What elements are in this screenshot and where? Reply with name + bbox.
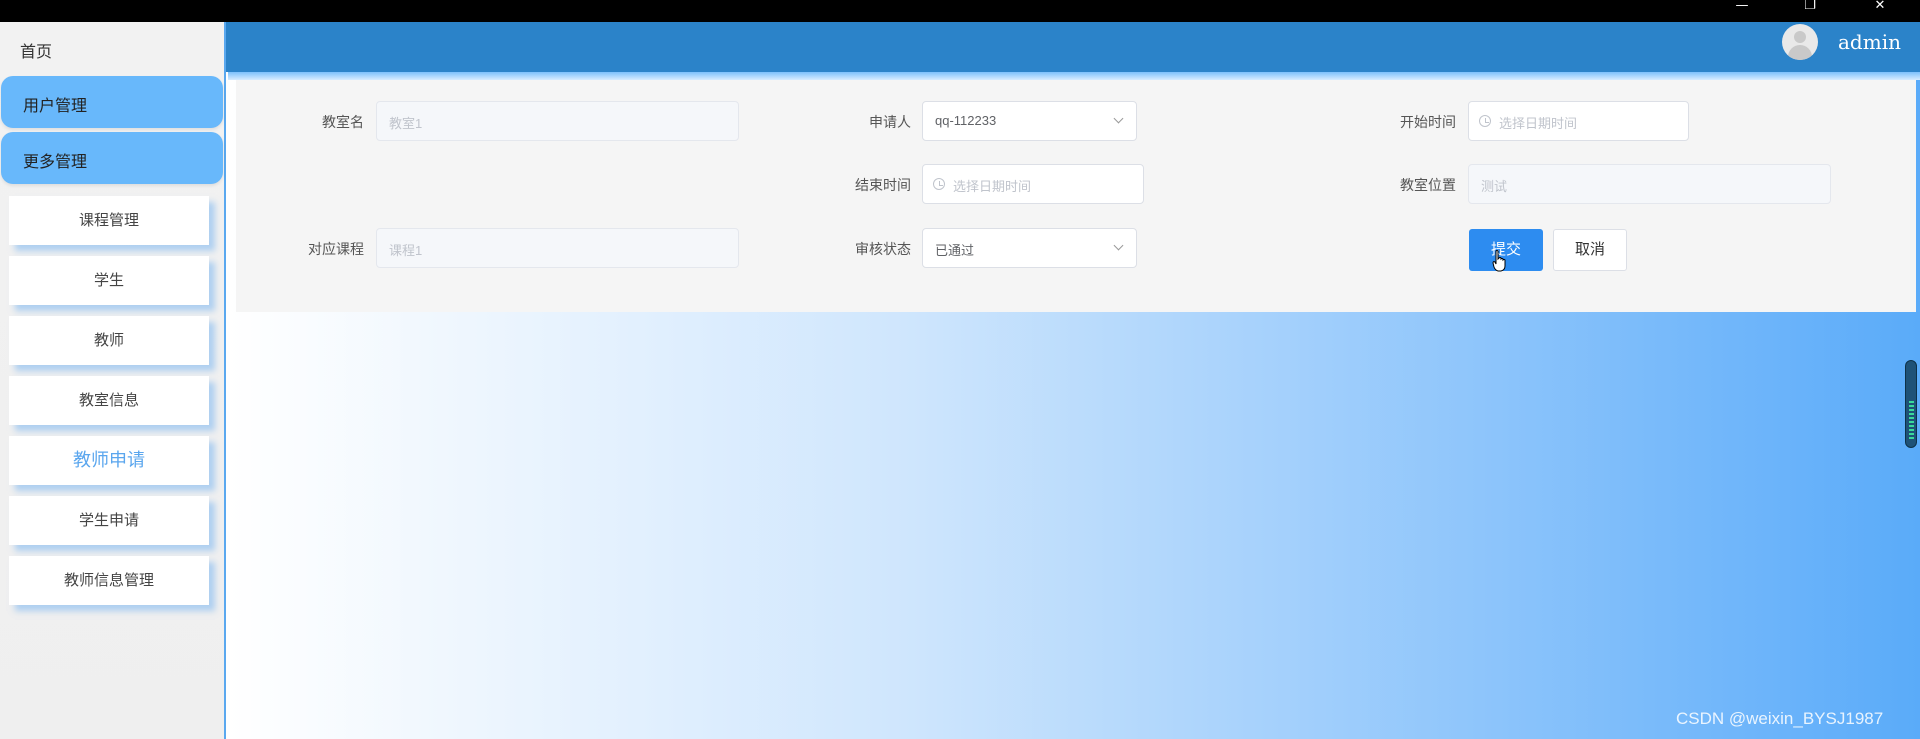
chevron-down-icon	[1113, 240, 1124, 251]
sidebar-item-students[interactable]: 学生	[9, 256, 209, 305]
sidebar-item-course-management[interactable]: 课程管理	[9, 196, 209, 245]
start-time-placeholder: 选择日期时间	[1499, 116, 1578, 131]
end-time-label: 结束时间	[855, 178, 911, 194]
sidebar-home[interactable]: 首页	[0, 22, 224, 72]
window-titlebar	[0, 0, 1920, 22]
avatar-body	[1788, 45, 1812, 60]
sidebar-item-teacher-application[interactable]: 教师申请	[9, 436, 209, 485]
course-label: 对应课程	[308, 242, 364, 258]
course-input[interactable]: 课程1	[376, 228, 739, 268]
end-time-placeholder: 选择日期时间	[953, 179, 1032, 194]
maximize-icon[interactable]: ❐	[1790, 0, 1830, 14]
classroom-location-input[interactable]: 测试	[1468, 164, 1831, 204]
sidebar-item-teachers[interactable]: 教师	[9, 316, 209, 365]
minimize-icon[interactable]: —	[1722, 0, 1762, 14]
watermark: CSDN @weixin_BYSJ1987	[1676, 709, 1884, 728]
sidebar-item-student-application[interactable]: 学生申请	[9, 496, 209, 545]
classroom-location-label: 教室位置	[1400, 178, 1456, 194]
start-time-label: 开始时间	[1400, 115, 1456, 131]
cancel-button[interactable]: 取消	[1553, 229, 1627, 271]
classroom-name-label: 教室名	[322, 115, 364, 131]
applicant-value: qq-112233	[935, 113, 997, 128]
clock-icon	[1479, 115, 1491, 127]
submit-button[interactable]: 提交	[1469, 229, 1543, 271]
sidebar: 首页 用户管理 更多管理 课程管理 学生 教师 教室信息 教师申请 学生申请 教…	[0, 22, 226, 739]
review-status-select[interactable]: 已通过	[922, 228, 1137, 268]
sidebar-group-more-management[interactable]: 更多管理	[1, 132, 223, 184]
hand-cursor-icon	[1492, 250, 1506, 272]
review-status-value: 已通过	[935, 243, 975, 258]
avatar[interactable]	[1782, 24, 1818, 60]
main-top-shade	[228, 72, 1920, 80]
applicant-label: 申请人	[869, 115, 911, 131]
classroom-name-input[interactable]: 教室1	[376, 101, 739, 141]
scrollbar-thumb[interactable]	[1905, 360, 1917, 448]
avatar-head	[1794, 31, 1806, 43]
clock-icon	[933, 178, 945, 190]
sidebar-group-user-management[interactable]: 用户管理	[1, 76, 223, 128]
username-label[interactable]: admin	[1838, 30, 1901, 54]
end-time-picker[interactable]: 选择日期时间	[922, 164, 1144, 204]
start-time-picker[interactable]: 选择日期时间	[1468, 101, 1689, 141]
chevron-down-icon	[1113, 113, 1124, 124]
close-icon[interactable]: ✕	[1860, 0, 1900, 14]
applicant-select[interactable]: qq-112233	[922, 101, 1137, 141]
sidebar-item-teacher-info-management[interactable]: 教师信息管理	[9, 556, 209, 605]
top-header	[226, 22, 1920, 72]
sidebar-item-classroom-info[interactable]: 教室信息	[9, 376, 209, 425]
review-status-label: 审核状态	[855, 242, 911, 258]
